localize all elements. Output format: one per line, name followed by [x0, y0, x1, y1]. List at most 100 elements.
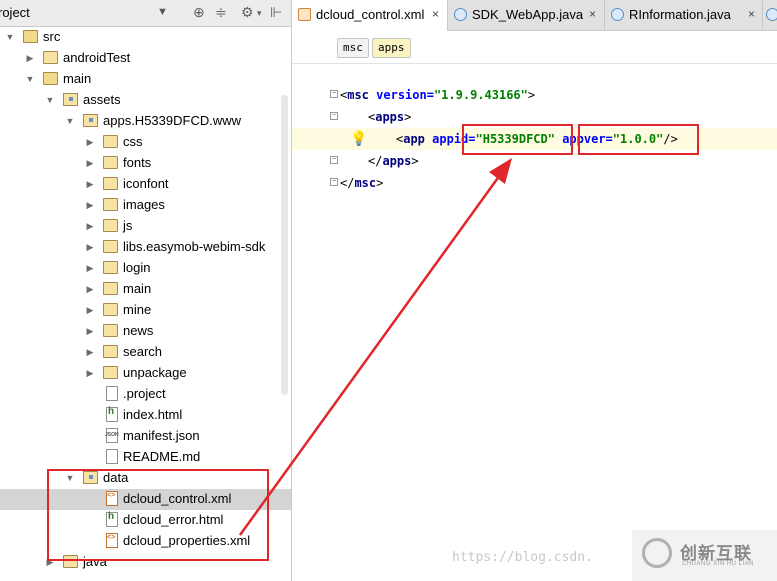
folder-icon [103, 219, 118, 232]
tree-item-label: index.html [123, 407, 183, 422]
chevron-right-icon[interactable]: ▶ [84, 221, 96, 232]
chevron-right-icon[interactable]: ▶ [84, 284, 96, 295]
highlight-box-appver [578, 124, 699, 155]
chevron-right-icon[interactable]: ▶ [84, 326, 96, 337]
tab-dcloud-control[interactable]: dcloud_control.xml × [292, 0, 448, 31]
tree-item-assets[interactable]: ▼ assets [0, 90, 291, 111]
tree-item-mine[interactable]: ▶ mine [0, 300, 291, 321]
fold-toggle-icon[interactable]: − [330, 112, 338, 120]
java-class-icon [611, 8, 624, 21]
json-file-icon [105, 428, 119, 443]
tree-item-src[interactable]: ▼ src [0, 27, 291, 48]
tree-item-apps-www[interactable]: ▼ apps.H5339DFCD.www [0, 111, 291, 132]
tree-item-label: login [123, 260, 151, 275]
tree-item-label: androidTest [63, 50, 131, 65]
tree-item-libs[interactable]: ▶ libs.easymob-webim-sdk [0, 237, 291, 258]
tree-item-images[interactable]: ▶ images [0, 195, 291, 216]
watermark-logo: 创新互联 CHUANG XIN HU LIAN [632, 530, 777, 581]
tree-item-label: js [123, 218, 133, 233]
tree-item-main-sub[interactable]: ▶ main [0, 279, 291, 300]
hide-icon[interactable]: ⊩ [270, 4, 282, 21]
close-icon[interactable]: × [748, 7, 755, 21]
java-class-icon [766, 8, 777, 21]
chevron-down-icon[interactable]: ▼ [4, 32, 16, 42]
chevron-right-icon[interactable]: ▶ [84, 179, 96, 190]
collapse-icon[interactable]: ≑ [215, 4, 227, 21]
tree-item-label: libs.easymob-webim-sdk [123, 239, 266, 254]
tree-item-login[interactable]: ▶ login [0, 258, 291, 279]
logo-icon [642, 538, 672, 568]
tree-item-label: assets [83, 92, 121, 107]
tree-item-label: main [63, 71, 92, 86]
code-line-1: <msc version="1.9.9.43166"> [340, 88, 536, 102]
chevron-right-icon[interactable]: ▶ [84, 305, 96, 316]
tree-item-js[interactable]: ▶ js [0, 216, 291, 237]
target-icon[interactable]: ⊕ [193, 4, 205, 21]
folder-icon [103, 345, 118, 358]
fold-toggle-icon[interactable]: − [330, 178, 338, 186]
tree-item-label: main [123, 281, 152, 296]
chevron-down-icon[interactable]: ▼ [24, 74, 36, 84]
folder-icon [23, 30, 38, 43]
tree-item-label: css [123, 134, 143, 149]
tab-sdk-webapp[interactable]: SDK_WebApp.java × [448, 0, 605, 30]
chevron-down-icon[interactable]: ▼ [44, 95, 56, 105]
project-pane-header: roject ▼ ⊕ ≑ ⚙ ▾ ⊩ [0, 0, 291, 27]
tab-overflow[interactable] [763, 0, 777, 30]
tree-item-unpackage[interactable]: ▶ unpackage [0, 363, 291, 384]
tree-item-label: apps.H5339DFCD.www [103, 113, 241, 128]
folder-icon [103, 261, 118, 274]
gear-icon[interactable]: ⚙ [241, 4, 254, 21]
chevron-right-icon[interactable]: ▶ [84, 200, 96, 211]
lightbulb-icon[interactable]: 💡 [350, 130, 367, 147]
fold-toggle-icon[interactable]: − [330, 90, 338, 98]
chevron-down-icon[interactable]: ▼ [64, 116, 76, 126]
tree-item-project-file[interactable]: .project [0, 384, 291, 405]
tree-item-css[interactable]: ▶ css [0, 132, 291, 153]
tree-item-manifest-json[interactable]: manifest.json [0, 426, 291, 447]
tree-item-index-html[interactable]: index.html [0, 405, 291, 426]
folder-icon [103, 177, 118, 190]
chevron-right-icon[interactable]: ▶ [84, 263, 96, 274]
chevron-right-icon[interactable]: ▶ [84, 347, 96, 358]
tree-item-search[interactable]: ▶ search [0, 342, 291, 363]
breadcrumb-apps[interactable]: apps [372, 38, 411, 58]
tree-item-main[interactable]: ▼ main [0, 69, 291, 90]
folder-icon [103, 135, 118, 148]
tree-item-label: manifest.json [123, 428, 200, 443]
chevron-right-icon[interactable]: ▶ [84, 368, 96, 379]
package-folder-icon [83, 114, 98, 127]
package-folder-icon [63, 93, 78, 106]
code-line-4: </apps> [368, 154, 419, 168]
editor-tab-bar: dcloud_control.xml × SDK_WebApp.java × R… [292, 0, 777, 31]
tree-item-label: images [123, 197, 165, 212]
project-pane-title[interactable]: roject [0, 5, 30, 20]
close-icon[interactable]: × [589, 7, 596, 21]
chevron-down-icon[interactable]: ▼ [157, 6, 168, 18]
folder-icon [103, 156, 118, 169]
tree-item-readme[interactable]: README.md [0, 447, 291, 468]
folder-icon [103, 198, 118, 211]
tree-item-iconfont[interactable]: ▶ iconfont [0, 174, 291, 195]
tree-item-label: README.md [123, 449, 201, 464]
chevron-down-icon[interactable]: ▾ [257, 8, 262, 19]
breadcrumb-msc[interactable]: msc [337, 38, 369, 58]
tree-item-label: search [123, 344, 163, 359]
tree-item-label: src [43, 29, 61, 44]
tree-item-news[interactable]: ▶ news [0, 321, 291, 342]
code-line-2: <apps> [368, 110, 412, 124]
tab-rinformation[interactable]: RInformation.java × [605, 0, 763, 30]
chevron-right-icon[interactable]: ▶ [24, 53, 36, 64]
close-icon[interactable]: × [432, 7, 439, 21]
chevron-right-icon[interactable]: ▶ [84, 158, 96, 169]
folder-icon [103, 324, 118, 337]
fold-toggle-icon[interactable]: − [330, 156, 338, 164]
chevron-right-icon[interactable]: ▶ [84, 137, 96, 148]
tree-item-androidtest[interactable]: ▶ androidTest [0, 48, 291, 69]
chevron-right-icon[interactable]: ▶ [84, 242, 96, 253]
tree-item-label: news [123, 323, 154, 338]
project-scrollbar[interactable] [281, 95, 288, 395]
tree-item-fonts[interactable]: ▶ fonts [0, 153, 291, 174]
watermark-url: https://blog.csdn. [452, 550, 593, 565]
tree-item-label: .project [123, 386, 166, 401]
